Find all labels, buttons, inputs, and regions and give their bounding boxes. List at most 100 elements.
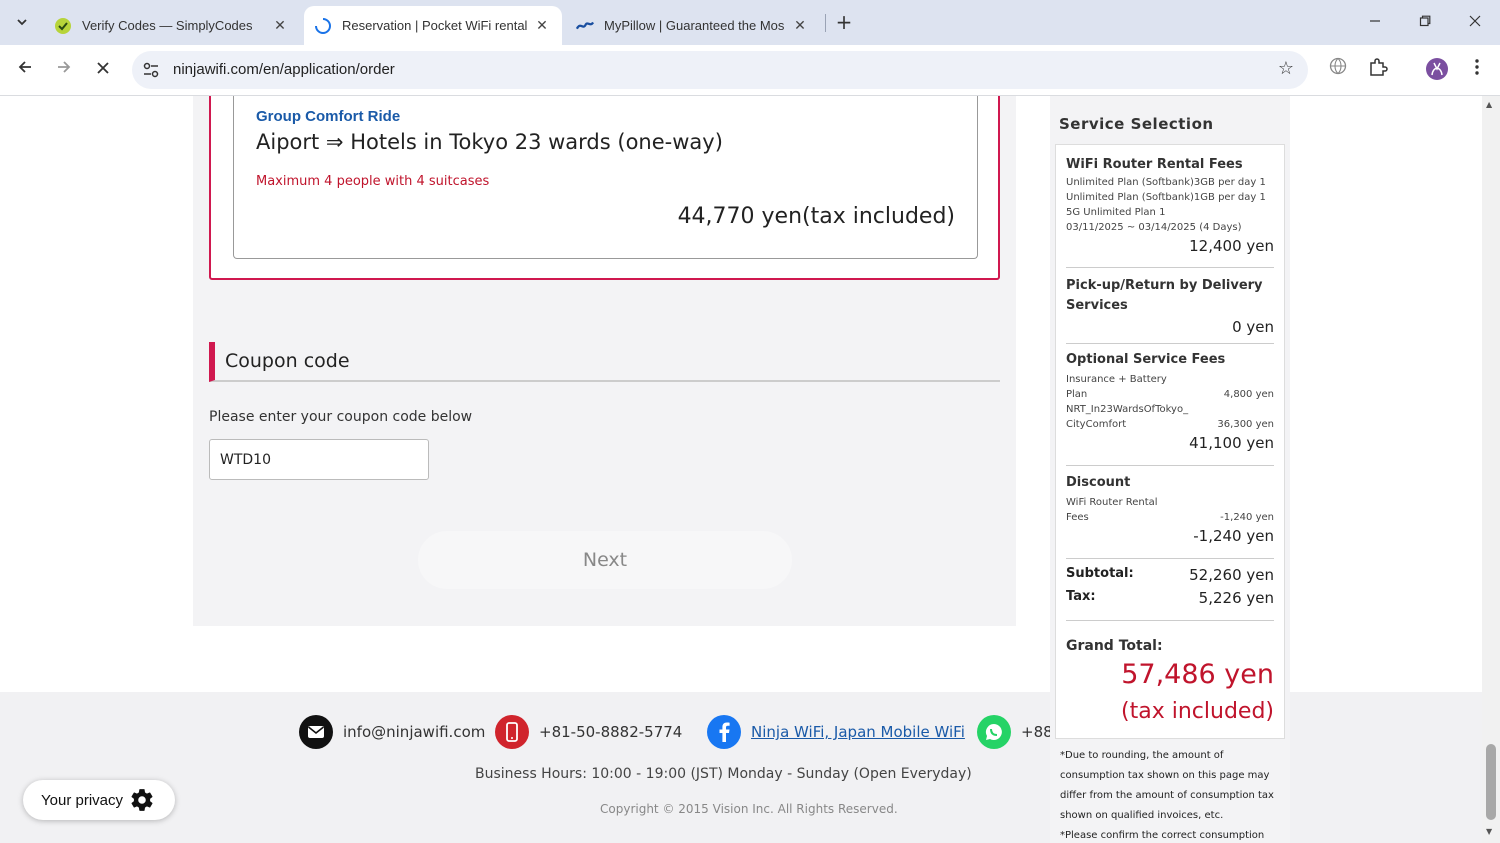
minimize-button[interactable] (1360, 10, 1390, 34)
facebook-icon (707, 715, 741, 749)
business-hours: Business Hours: 10:00 - 19:00 (JST) Mond… (475, 766, 972, 782)
extensions-button[interactable] (1365, 57, 1391, 83)
tax-rounding-note: *Due to rounding, the amount of consumpt… (1060, 746, 1285, 843)
discount-amount: -1,240 yen (1193, 527, 1274, 545)
optional-fees-section: Optional Service Fees Insurance + Batter… (1066, 350, 1274, 466)
ride-capacity-note: Maximum 4 people with 4 suitcases (256, 174, 490, 189)
forward-arrow-icon (58, 61, 71, 73)
next-button[interactable]: Next (418, 531, 792, 589)
discount-section: Discount WiFi Router Rental Fees -1,240 … (1066, 473, 1274, 559)
subtotal-value: 52,260 yen (1189, 566, 1274, 584)
wifi-plan-line: Unlimited Plan (Softbank)1GB per day 1 (1066, 192, 1266, 203)
browser-toolbar: ninjawifi.com/en/application/order ☆ (0, 45, 1500, 96)
tab-mypillow[interactable]: MyPillow | Guaranteed the Mos ✕ (566, 6, 820, 45)
page-scrollbar[interactable]: ▲ ▼ (1482, 96, 1500, 843)
ride-option-card: Group Comfort Ride Aiport ⇒ Hotels in To… (233, 96, 978, 259)
loading-spinner-icon (314, 17, 332, 35)
ride-route: Aiport ⇒ Hotels in Tokyo 23 wards (one-w… (256, 130, 723, 154)
coupon-heading-text: Coupon code (225, 350, 350, 372)
selected-ride-option[interactable]: Group Comfort Ride Aiport ⇒ Hotels in To… (209, 96, 1000, 280)
summary-title: Service Selection (1059, 115, 1214, 133)
close-tab-icon[interactable]: ✕ (270, 17, 290, 34)
optional-item-price: 36,300 yen (1217, 419, 1274, 430)
stop-loading-button[interactable] (90, 57, 116, 83)
more-vertical-icon (1475, 59, 1479, 75)
close-tab-icon[interactable]: ✕ (790, 17, 810, 34)
address-bar[interactable]: ninjawifi.com/en/application/order ☆ (132, 51, 1308, 89)
privacy-label: Your privacy (41, 791, 123, 809)
tab-search-button[interactable] (8, 8, 36, 36)
wifi-fees-heading: WiFi Router Rental Fees (1066, 157, 1243, 172)
optional-item: Insurance + Battery Plan 4,800 yen (1066, 372, 1274, 402)
mail-icon (299, 715, 333, 749)
optional-fees-amount: 41,100 yen (1189, 434, 1274, 452)
facebook-link[interactable]: Ninja WiFi, Japan Mobile WiFi (751, 723, 965, 741)
optional-item-price: 4,800 yen (1223, 389, 1274, 400)
note-line: *Please confirm the correct consumption (1060, 830, 1265, 841)
footer-email[interactable]: info@ninjawifi.com (299, 714, 485, 750)
discount-heading: Discount (1066, 475, 1131, 490)
footer-facebook[interactable]: Ninja WiFi, Japan Mobile WiFi (707, 714, 965, 750)
discount-item: WiFi Router Rental Fees -1,240 yen (1066, 495, 1274, 525)
forward-button[interactable] (51, 57, 77, 83)
minimize-icon (1370, 20, 1380, 22)
scroll-up-icon[interactable]: ▲ (1486, 100, 1492, 109)
discount-item-price: -1,240 yen (1220, 512, 1274, 523)
coupon-section-heading: Coupon code (209, 342, 1000, 382)
stop-icon (97, 62, 109, 74)
close-icon (1469, 15, 1481, 27)
back-arrow-icon (18, 61, 31, 73)
url-text: ninjawifi.com/en/application/order (173, 61, 395, 78)
chevron-down-icon (17, 19, 27, 26)
copyright: Copyright © 2015 Vision Inc. All Rights … (600, 802, 898, 816)
optional-item-name: Insurance + Battery Plan (1066, 374, 1167, 400)
gear-icon (131, 789, 153, 811)
scroll-down-icon[interactable]: ▼ (1486, 827, 1492, 836)
coupon-code-input[interactable] (209, 439, 429, 480)
tab-simplycodes[interactable]: Verify Codes — SimplyCodes ✕ (44, 6, 300, 45)
summary-card: WiFi Router Rental Fees Unlimited Plan (… (1055, 144, 1285, 739)
back-button[interactable] (12, 57, 38, 83)
close-window-button[interactable] (1460, 10, 1490, 34)
browser-menu-button[interactable] (1464, 57, 1490, 83)
tab-title: MyPillow | Guaranteed the Mos (604, 18, 785, 33)
scroll-thumb[interactable] (1486, 744, 1496, 820)
privacy-settings-button[interactable]: Your privacy (23, 780, 175, 820)
subtotal-label: Subtotal: (1066, 566, 1134, 581)
wifi-plan-line: 5G Unlimited Plan 1 (1066, 207, 1166, 218)
phone-icon (495, 715, 529, 749)
note-line: consumption tax shown on this page may (1060, 770, 1270, 781)
ride-option-title: Group Comfort Ride (256, 108, 401, 125)
translate-button[interactable] (1325, 57, 1351, 83)
tax-included-note: (tax included) (1121, 699, 1274, 724)
globe-icon (1329, 57, 1347, 75)
tab-reservation[interactable]: Reservation | Pocket WiFi rental ✕ (304, 6, 562, 45)
tax-row: Tax: 5,226 yen (1066, 589, 1274, 607)
grand-total-label: Grand Total: (1066, 638, 1163, 654)
browser-tab-strip: Verify Codes — SimplyCodes ✕ Reservation… (0, 0, 1500, 45)
rental-period: 03/11/2025 ~ 03/14/2025 (4 Days) (1066, 222, 1242, 233)
tax-value: 5,226 yen (1198, 589, 1274, 607)
footer-whatsapp[interactable]: +88( (977, 714, 1059, 750)
coupon-label: Please enter your coupon code below (209, 409, 473, 425)
restore-button[interactable] (1410, 10, 1440, 34)
ride-price: 44,770 yen(tax included) (677, 204, 955, 229)
optional-item: NRT_In23WardsOfTokyo_CityComfort 36,300 … (1066, 402, 1274, 432)
note-line: shown on qualified invoices, etc. (1060, 810, 1224, 821)
note-line: differ from the amount of consumption ta… (1060, 790, 1274, 801)
site-settings-icon[interactable] (142, 61, 160, 79)
email-text: info@ninjawifi.com (343, 723, 486, 741)
bookmark-star-icon[interactable]: ☆ (1278, 58, 1294, 79)
whatsapp-icon (977, 715, 1011, 749)
phone-text: +81-50-8882-5774 (539, 723, 683, 741)
wifi-fees-section: WiFi Router Rental Fees Unlimited Plan (… (1066, 155, 1274, 268)
profile-avatar[interactable] (1424, 57, 1450, 83)
optional-item-name: NRT_In23WardsOfTokyo_CityComfort (1066, 404, 1189, 430)
new-tab-button[interactable]: + (832, 10, 856, 34)
wifi-fees-amount: 12,400 yen (1189, 237, 1274, 255)
delivery-section: Pick-up/Return by Delivery Services 0 ye… (1066, 276, 1274, 344)
tax-label: Tax: (1066, 589, 1096, 604)
footer-phone[interactable]: +81-50-8882-5774 (495, 714, 682, 750)
discount-item-name: WiFi Router Rental Fees (1066, 497, 1158, 523)
close-tab-icon[interactable]: ✕ (532, 17, 552, 34)
